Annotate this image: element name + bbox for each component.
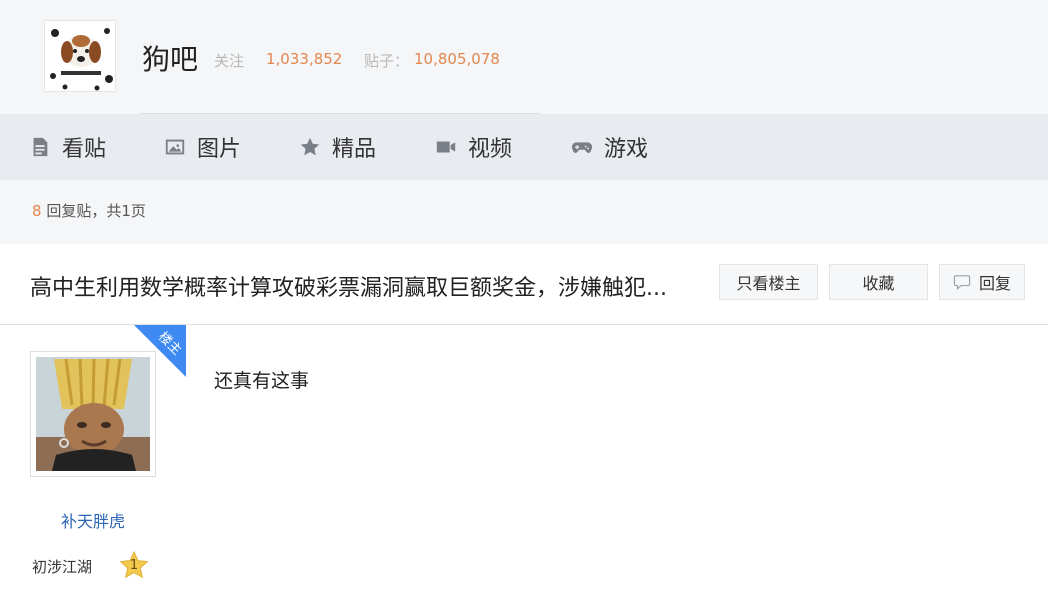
only-op-button[interactable]: 只看楼主 — [719, 264, 818, 300]
star-icon — [298, 135, 322, 159]
document-icon — [28, 135, 52, 159]
posts-label: 贴子： — [364, 52, 410, 70]
forum-name[interactable]: 狗吧 — [142, 38, 198, 78]
post-content: 还真有这事 — [214, 370, 310, 392]
nav-item-images[interactable]: 图片 — [163, 114, 241, 180]
comment-icon — [953, 275, 971, 290]
nav-item-label: 图片 — [197, 137, 242, 162]
avatar-image-icon — [36, 357, 150, 471]
forum-nav: 看贴 图片 精品 视频 游戏 — [0, 114, 1048, 180]
nav-item-videos[interactable]: 视频 — [434, 114, 512, 180]
reply-count: 8 回复贴，共1页 — [32, 200, 146, 221]
reply-button-label: 回复 — [978, 274, 1011, 293]
nav-item-label: 视频 — [468, 137, 513, 162]
reply-count-suffix: 回复贴，共1页 — [46, 202, 146, 220]
author-level-title: 初涉江湖 — [32, 558, 93, 576]
nav-item-label: 精品 — [332, 137, 377, 162]
video-icon — [434, 135, 458, 159]
nav-item-label: 看贴 — [62, 137, 107, 162]
favorite-button[interactable]: 收藏 — [829, 264, 928, 300]
dog-logo-icon — [45, 21, 115, 91]
follow-count: 1,033,852 — [266, 50, 343, 68]
author-username[interactable]: 补天胖虎 — [30, 508, 156, 532]
reply-count-number: 8 — [32, 202, 42, 220]
nav-item-games[interactable]: 游戏 — [570, 114, 648, 180]
follow-label: 关注 — [214, 52, 245, 70]
level-number: 1 — [129, 558, 139, 573]
reply-count-bar — [0, 180, 1048, 244]
op-badge: 楼主 — [134, 325, 186, 377]
level-star-badge[interactable]: 1 — [118, 550, 150, 582]
reply-button[interactable]: 回复 — [939, 264, 1025, 300]
gamepad-icon — [570, 135, 594, 159]
nav-item-label: 游戏 — [604, 137, 649, 162]
nav-item-featured[interactable]: 精品 — [298, 114, 376, 180]
posts-count: 10,805,078 — [414, 50, 500, 68]
thread-title: 高中生利用数学概率计算攻破彩票漏洞赢取巨额奖金，涉嫌触犯... — [30, 276, 667, 301]
image-icon — [163, 135, 187, 159]
avatar — [36, 357, 150, 471]
nav-item-posts[interactable]: 看贴 — [28, 114, 106, 180]
forum-logo[interactable] — [44, 20, 116, 92]
